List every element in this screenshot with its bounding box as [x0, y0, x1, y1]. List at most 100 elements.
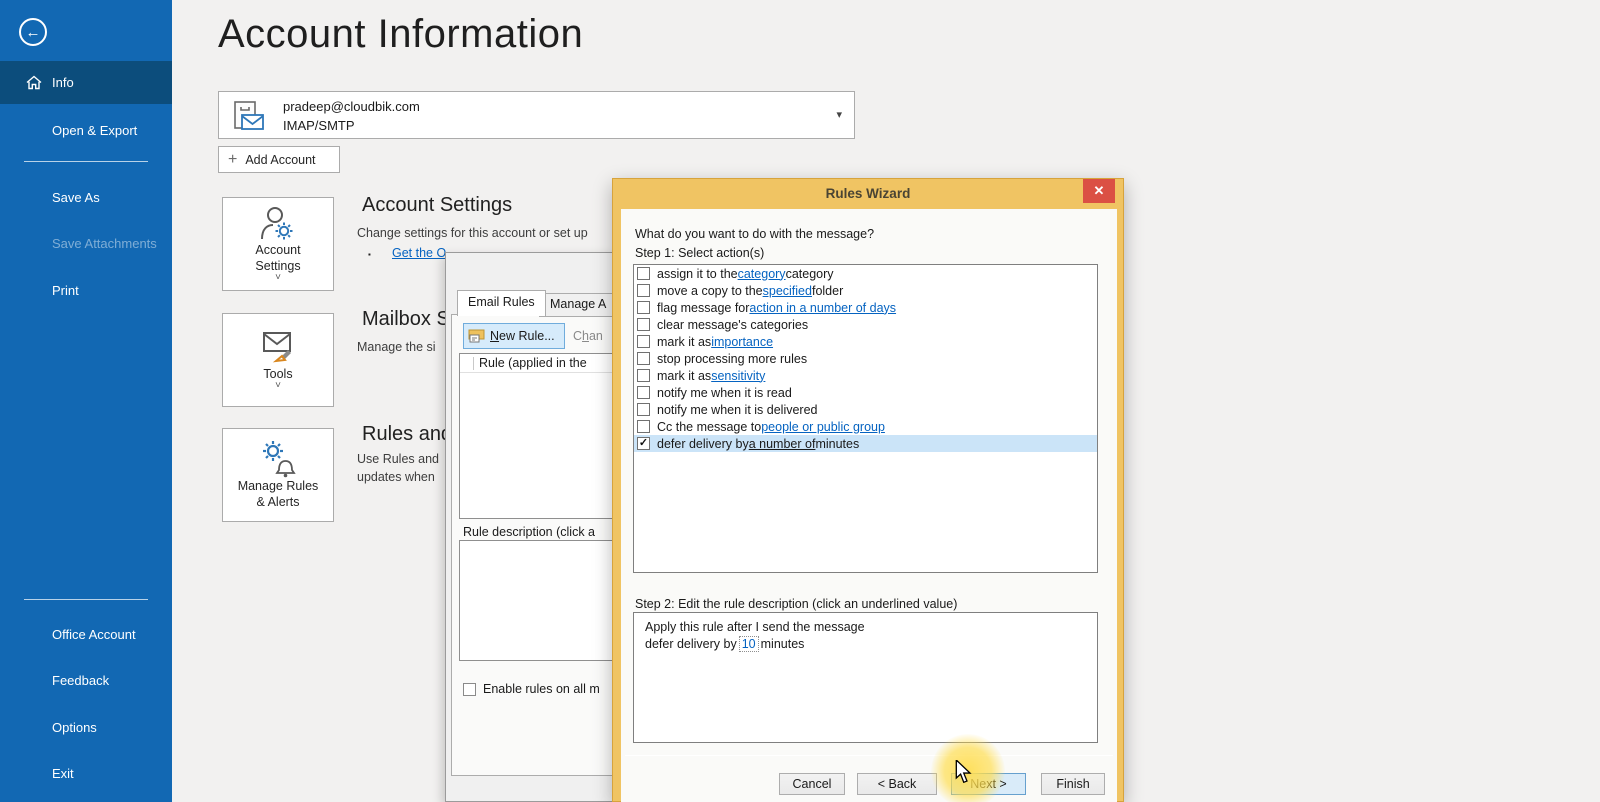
action-row[interactable]: mark it as sensitivity [634, 367, 1097, 384]
description-line: defer delivery by10minutes [645, 636, 1086, 653]
action-checkbox[interactable] [637, 301, 650, 314]
account-protocol: IMAP/SMTP [283, 118, 355, 133]
button-separator [625, 755, 1113, 756]
outlook-backstage: ← Info Open & Export Save As Save Attach… [0, 0, 1600, 802]
action-row[interactable]: clear message's categories [634, 316, 1097, 333]
action-checkbox[interactable]: ✓ [637, 437, 650, 450]
new-rule-button[interactable]: New Rule... [463, 323, 565, 349]
new-rule-accel: N [490, 329, 499, 343]
enable-rules-row[interactable]: Enable rules on all m [463, 682, 600, 696]
action-checkbox[interactable] [637, 267, 650, 280]
action-text: mark it as [657, 369, 711, 383]
add-account-label: Add Account [245, 153, 315, 167]
action-value-link[interactable]: a number of [749, 437, 816, 451]
next-button[interactable]: Next > [951, 773, 1026, 795]
rules-and-alerts-dialog: Email Rules Manage A New Rule... Chan Ru… [445, 252, 620, 802]
action-checkbox[interactable] [637, 420, 650, 433]
action-list: assign it to the category categorymove a… [633, 264, 1098, 573]
action-value-link[interactable]: action in a number of days [749, 301, 896, 315]
rule-description-label: Rule description (click a [463, 525, 595, 539]
rules-alerts-icon [256, 440, 300, 478]
back-button-wizard[interactable]: < Back [857, 773, 937, 795]
new-rule-icon [468, 329, 485, 343]
action-checkbox[interactable] [637, 352, 650, 365]
rule-column-header: Rule (applied in the [479, 356, 587, 370]
action-row[interactable]: notify me when it is delivered [634, 401, 1097, 418]
action-row[interactable]: assign it to the category category [634, 265, 1097, 282]
mail-account-icon [231, 100, 267, 132]
close-icon: ✕ [1094, 183, 1105, 199]
action-text: defer delivery by [657, 437, 749, 451]
action-text: move a copy to the [657, 284, 763, 298]
rule-description-editor: Apply this rule after I send the message… [633, 612, 1098, 743]
action-value-link[interactable]: people or public group [761, 420, 885, 434]
chevron-down-icon: ˅ [275, 382, 281, 390]
action-row[interactable]: stop processing more rules [634, 350, 1097, 367]
section-body: updates when [357, 470, 435, 484]
action-value-link[interactable]: sensitivity [711, 369, 765, 383]
section-body: Change settings for this account or set … [357, 226, 588, 240]
bullet-icon: ▪ [368, 250, 371, 259]
section-heading: Mailbox S [362, 308, 450, 331]
action-checkbox[interactable] [637, 403, 650, 416]
change-rule-button[interactable]: Chan [573, 329, 603, 343]
action-row[interactable]: move a copy to the specified folder [634, 282, 1097, 299]
action-row[interactable]: ✓ defer delivery by a number of minutes [634, 435, 1097, 452]
account-selector[interactable]: pradeep@cloudbik.com IMAP/SMTP ▾ [218, 91, 855, 139]
rule-description-box [459, 540, 623, 661]
enable-rules-checkbox[interactable] [463, 683, 476, 696]
dialog-title: Rules Wizard [613, 179, 1123, 209]
action-text: flag message for [657, 301, 749, 315]
action-checkbox[interactable] [637, 369, 650, 382]
wizard-question: What do you want to do with the message? [635, 227, 874, 241]
rule-list[interactable]: Rule (applied in the [459, 353, 623, 519]
add-account-button[interactable]: + Add Account [218, 146, 340, 173]
description-line: Apply this rule after I send the message [645, 619, 1086, 636]
finish-button[interactable]: Finish [1041, 773, 1105, 795]
action-row[interactable]: flag message for action in a number of d… [634, 299, 1097, 316]
action-row[interactable]: mark it as importance [634, 333, 1097, 350]
action-checkbox[interactable] [637, 386, 650, 399]
account-settings-tile[interactable]: Account Settings ˅ [222, 197, 334, 291]
action-value-link[interactable]: specified [763, 284, 812, 298]
dropdown-caret-icon[interactable]: ▾ [836, 108, 842, 121]
action-text: notify me when it is read [657, 386, 792, 400]
get-outlook-link[interactable]: Get the O [392, 246, 446, 260]
column-divider [473, 357, 474, 370]
action-text: stop processing more rules [657, 352, 807, 366]
action-value-link[interactable]: importance [711, 335, 773, 349]
action-text: Cc the message to [657, 420, 761, 434]
page-title: Account Information [218, 12, 583, 57]
tile-label: Manage Rules & Alerts [238, 478, 319, 511]
action-text: folder [812, 284, 843, 298]
section-heading: Rules and [362, 423, 452, 446]
plus-icon: + [228, 152, 237, 168]
close-button[interactable]: ✕ [1083, 179, 1115, 203]
action-row[interactable]: Cc the message to people or public group [634, 418, 1097, 435]
minutes-value-link[interactable]: 10 [739, 636, 759, 652]
account-email: pradeep@cloudbik.com [283, 99, 420, 114]
wizard-content: What do you want to do with the message?… [621, 209, 1117, 802]
section-heading: Account Settings [362, 194, 512, 217]
action-text: clear message's categories [657, 318, 808, 332]
action-text: minutes [815, 437, 859, 451]
rules-wizard-dialog: Rules Wizard ✕ What do you want to do wi… [612, 178, 1124, 802]
step1-label: Step 1: Select action(s) [635, 246, 764, 260]
tools-tile[interactable]: Tools ˅ [222, 313, 334, 407]
section-body: Manage the si [357, 340, 436, 354]
manage-rules-alerts-tile[interactable]: Manage Rules & Alerts [222, 428, 334, 522]
action-checkbox[interactable] [637, 318, 650, 331]
new-rule-label: ew Rule... [499, 329, 555, 343]
action-checkbox[interactable] [637, 284, 650, 297]
action-row[interactable]: notify me when it is read [634, 384, 1097, 401]
step2-label: Step 2: Edit the rule description (click… [635, 597, 957, 611]
chevron-down-icon: ˅ [275, 274, 281, 282]
cancel-button[interactable]: Cancel [779, 773, 845, 795]
action-text: mark it as [657, 335, 711, 349]
tab-email-rules[interactable]: Email Rules [457, 290, 546, 316]
action-text: category [786, 267, 834, 281]
section-body: Use Rules and [357, 452, 439, 466]
action-checkbox[interactable] [637, 335, 650, 348]
enable-rules-label: Enable rules on all m [483, 682, 600, 696]
action-value-link[interactable]: category [738, 267, 786, 281]
